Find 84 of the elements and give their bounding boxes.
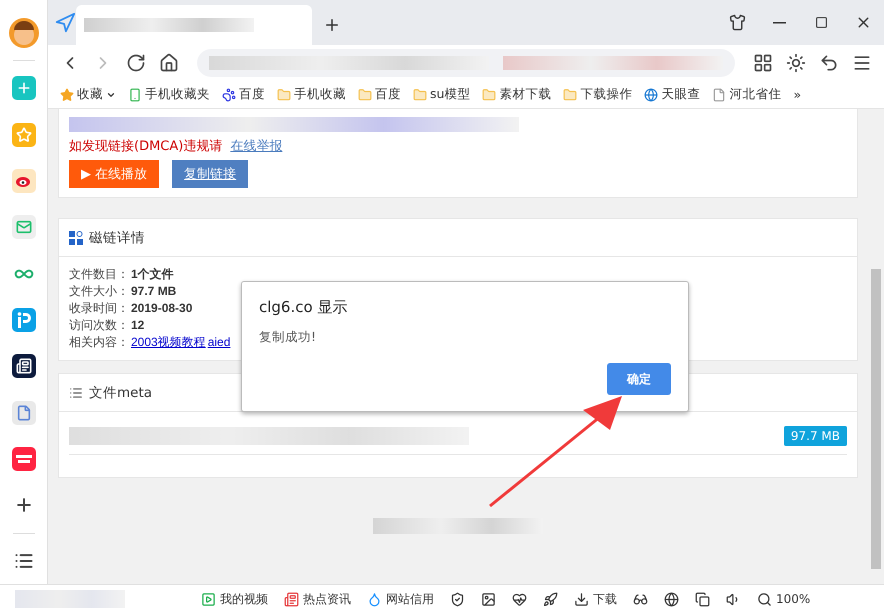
status-item[interactable]: 100% <box>757 592 810 606</box>
globe-icon <box>644 88 658 102</box>
bookmark[interactable]: 百度 <box>222 86 265 103</box>
bookmark[interactable]: 手机收藏夹 <box>128 86 210 103</box>
info-label: 访问次数： <box>69 317 129 334</box>
news-icon <box>284 592 299 606</box>
folder-icon <box>563 88 578 102</box>
info-value: 97.7 MB <box>131 283 176 300</box>
folder-icon <box>482 88 496 102</box>
page-icon <box>712 88 726 102</box>
status-icon[interactable] <box>450 592 465 606</box>
bookmark[interactable]: 天眼查 <box>644 86 700 103</box>
bookmark[interactable]: » <box>793 87 802 102</box>
home-icon <box>159 53 180 73</box>
apps-icon <box>752 53 773 73</box>
report-link[interactable]: 在线举报 <box>230 137 282 155</box>
shield-icon <box>450 592 465 606</box>
avatar-icon[interactable] <box>8 18 38 48</box>
zoom-icon <box>757 592 772 606</box>
info-label: 文件数目： <box>69 266 129 283</box>
skin-icon <box>728 14 746 31</box>
status-icon[interactable] <box>664 592 679 606</box>
status-item[interactable]: 热点资讯 <box>284 590 351 608</box>
eye-icon[interactable] <box>12 169 36 194</box>
copy-link-button[interactable]: 复制链接 <box>172 160 248 188</box>
folder-icon <box>277 88 291 102</box>
status-item[interactable]: 下载 <box>574 590 617 608</box>
info-label: 文件大小： <box>69 283 129 300</box>
minimize-icon <box>772 22 786 24</box>
info-value: 12 <box>131 317 144 334</box>
p-icon[interactable] <box>12 308 36 332</box>
glasses-icon <box>633 592 648 606</box>
paw-icon <box>222 88 236 102</box>
address-field[interactable] <box>197 49 735 77</box>
status-icon[interactable] <box>481 592 496 606</box>
droplet-icon <box>367 592 382 606</box>
newspaper-icon[interactable] <box>12 354 36 378</box>
heart-pulse-icon <box>512 592 527 606</box>
status-icon[interactable] <box>633 592 648 606</box>
folder-icon <box>358 88 372 102</box>
play-icon <box>201 592 216 606</box>
status-icon[interactable] <box>695 592 710 606</box>
bookmark[interactable]: 收藏 <box>60 86 116 103</box>
image-icon <box>481 592 496 606</box>
info-value: 2019-08-30 <box>131 300 192 317</box>
card-title: 磁链详情 <box>89 228 145 246</box>
dialog-message: 复制成功! <box>259 329 318 346</box>
window-icon <box>695 592 710 606</box>
globe-icon <box>664 592 679 606</box>
info-value: 1个文件 <box>131 266 174 283</box>
status-item[interactable]: 网站信用 <box>367 590 434 608</box>
maximize-icon <box>814 16 828 29</box>
related-link[interactable]: aied <box>208 334 230 351</box>
info-label: 收录时间： <box>69 300 129 317</box>
star-icon <box>60 88 74 102</box>
dialog-title: clg6.co 显示 <box>259 298 348 317</box>
status-icon[interactable] <box>512 592 527 606</box>
bookmark[interactable]: 百度 <box>358 86 401 103</box>
document-icon[interactable] <box>12 400 36 425</box>
bookmark[interactable]: 素材下载 <box>482 86 552 103</box>
status-item[interactable]: 我的视频 <box>201 590 268 608</box>
card-title: 文件meta <box>89 384 152 402</box>
bookmark[interactable]: su模型 <box>413 86 470 103</box>
phone-icon <box>128 88 142 102</box>
blocks-icon <box>69 230 83 244</box>
list-icon <box>69 386 83 400</box>
download-icon <box>574 592 589 606</box>
bookmark[interactable]: 手机收藏 <box>277 86 346 103</box>
reload-icon <box>126 53 146 73</box>
undo-icon <box>819 53 840 73</box>
browser-logo-icon[interactable] <box>54 12 76 34</box>
info-label: 相关内容： <box>69 334 129 351</box>
dmca-notice: 如发现链接(DMCA)违规请 <box>69 138 222 155</box>
bookmark[interactable]: 河北省住 <box>712 86 782 103</box>
app-icon[interactable] <box>12 447 36 472</box>
brightness-icon <box>786 53 806 73</box>
bookmark[interactable]: 下载操作 <box>563 86 632 103</box>
status-icon[interactable] <box>543 592 558 606</box>
related-link[interactable]: 2003视频教程 <box>131 334 206 351</box>
plus-icon <box>323 16 341 34</box>
scrollbar-thumb[interactable] <box>871 269 881 569</box>
file-size-badge: 97.7 MB <box>784 426 847 446</box>
folder-icon <box>413 88 427 102</box>
rocket-icon <box>543 592 558 606</box>
